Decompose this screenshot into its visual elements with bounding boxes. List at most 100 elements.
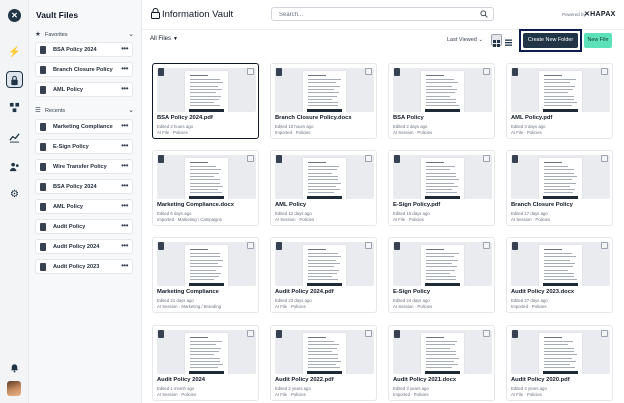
file-thumbnail[interactable] [275,330,374,374]
recent-item[interactable]: Audit Policy 2024 ••• [35,239,133,254]
select-checkbox[interactable] [365,330,372,337]
file-card[interactable]: Branch Closure Policy Edited 17 days ago A… [506,150,613,226]
create-new-folder-button[interactable]: Create New Folder [523,33,578,48]
users-icon[interactable] [6,158,23,175]
search-icon[interactable] [480,10,488,18]
file-card[interactable]: Audit Policy 2022.pdf Edited 2 years ago A… [270,325,377,401]
more-options-icon[interactable]: ••• [121,161,128,170]
file-thumbnail[interactable] [511,242,610,286]
select-checkbox[interactable] [601,330,608,337]
file-card[interactable]: Audit Policy 2020.pdf Edited 4 years ago A… [506,325,613,401]
recent-item[interactable]: BSA Policy 2024 ••• [35,179,133,194]
document-icon [276,155,282,163]
select-checkbox[interactable] [601,155,608,162]
file-card[interactable]: BSA Policy Edited 2 days ago AI Session · … [388,63,495,139]
grid-view-button[interactable] [491,34,502,47]
file-name: E-Sign Policy [393,289,431,295]
workflow-icon[interactable] [6,99,23,116]
file-thumbnail[interactable] [393,155,492,199]
avatar[interactable] [7,381,21,396]
lock-icon[interactable] [6,71,23,88]
select-checkbox[interactable] [483,330,490,337]
select-checkbox[interactable] [483,155,490,162]
file-thumbnail[interactable] [275,242,374,286]
file-card[interactable]: Audit Policy 2021.docx Edited 3 years ago… [388,325,495,401]
hapax-logo-icon[interactable]: ✕ [8,9,21,22]
favorite-item[interactable]: BSA Policy 2024 ••• [35,42,133,57]
file-card[interactable]: BSA Policy 2024.pdf Edited 2 hours ago AI … [152,63,259,139]
file-card[interactable]: E-Sign Policy.pdf Edited 15 days ago AI Fi… [388,150,495,226]
more-options-icon[interactable]: ••• [121,181,128,190]
file-thumbnail[interactable] [157,68,256,112]
document-icon [394,68,400,76]
file-edited: Edited 10 hours ago [275,124,314,129]
favorite-item[interactable]: Branch Closure Policy ••• [35,62,133,77]
filter-dropdown[interactable]: All Files ▼ [150,36,180,46]
list-view-button[interactable] [504,34,515,46]
select-checkbox[interactable] [247,155,254,162]
search-box[interactable] [271,7,494,21]
favorites-section-header[interactable]: ★ Favorites ⌄ [33,30,136,41]
more-options-icon[interactable]: ••• [121,241,128,250]
favorite-item[interactable]: AML Policy ••• [35,82,133,97]
select-checkbox[interactable] [483,68,490,75]
chart-icon[interactable] [6,129,23,146]
file-thumbnail[interactable] [511,330,610,374]
file-thumbnail[interactable] [393,330,492,374]
select-checkbox[interactable] [365,242,372,249]
select-checkbox[interactable] [247,68,254,75]
recents-section-header[interactable]: ☰ Recents ⌄ [33,106,136,117]
more-options-icon[interactable]: ••• [121,141,128,150]
search-input[interactable] [279,10,469,20]
more-options-icon[interactable]: ••• [121,64,128,73]
more-options-icon[interactable]: ••• [121,84,128,93]
file-thumbnail[interactable] [511,155,610,199]
recent-item[interactable]: Marketing Compliance ••• [35,119,133,134]
file-thumbnail[interactable] [511,68,610,112]
file-thumbnail[interactable] [275,155,374,199]
more-options-icon[interactable]: ••• [121,221,128,230]
file-thumbnail[interactable] [157,330,256,374]
more-options-icon[interactable]: ••• [121,121,128,130]
file-thumbnail[interactable] [157,242,256,286]
more-options-icon[interactable]: ••• [121,44,128,53]
file-thumbnail[interactable] [393,68,492,112]
select-checkbox[interactable] [365,68,372,75]
select-checkbox[interactable] [365,155,372,162]
bolt-icon[interactable]: ⚡ [6,44,23,61]
file-thumbnail[interactable] [157,155,256,199]
recent-item[interactable]: E-Sign Policy ••• [35,139,133,154]
chevron-down-icon[interactable]: ⌄ [128,30,134,38]
more-options-icon[interactable]: ••• [121,201,128,210]
file-source: AI Session · Policies [275,217,315,222]
recent-item[interactable]: Audit Policy ••• [35,219,133,234]
sort-label: Last Viewed [447,37,477,43]
file-card[interactable]: AML Policy.pdf Edited 3 days ago AI File ·… [506,63,613,139]
file-thumbnail[interactable] [275,68,374,112]
select-checkbox[interactable] [247,330,254,337]
file-card[interactable]: Audit Policy 2024.pdf Edited 23 days ago A… [270,237,377,313]
file-card[interactable]: AML Policy Edited 12 days ago AI Session ·… [270,150,377,226]
chevron-down-icon[interactable]: ⌄ [128,106,134,114]
file-card[interactable]: Audit Policy 2024 Edited 1 month ago AI Se… [152,325,259,401]
select-checkbox[interactable] [483,242,490,249]
file-card[interactable]: Marketing Compliance Edited 21 days ago AI… [152,237,259,313]
select-checkbox[interactable] [601,242,608,249]
new-file-button[interactable]: New File [584,33,612,48]
recent-item[interactable]: Audit Policy 2023 ••• [35,259,133,274]
more-options-icon[interactable]: ••• [121,261,128,270]
file-card[interactable]: E-Sign Policy Edited 24 days ago AI Sessio… [388,237,495,313]
sort-dropdown[interactable]: Last Viewed ⌄ [447,37,483,43]
select-checkbox[interactable] [601,68,608,75]
file-card[interactable]: Marketing Compliance.docx Edited 6 days a… [152,150,259,226]
gear-icon[interactable]: ⚙ [6,186,23,203]
file-card[interactable]: Audit Policy 2023.docx Edited 27 days ago… [506,237,613,313]
recent-item[interactable]: Wire Transfer Policy ••• [35,159,133,174]
file-card[interactable]: Branch Closure Policy.docx Edited 10 hour… [270,63,377,139]
document-preview [539,245,582,286]
recent-item-label: Audit Policy 2023 [53,264,100,270]
select-checkbox[interactable] [247,242,254,249]
bell-icon[interactable] [6,359,23,376]
recent-item[interactable]: AML Policy ••• [35,199,133,214]
file-thumbnail[interactable] [393,242,492,286]
